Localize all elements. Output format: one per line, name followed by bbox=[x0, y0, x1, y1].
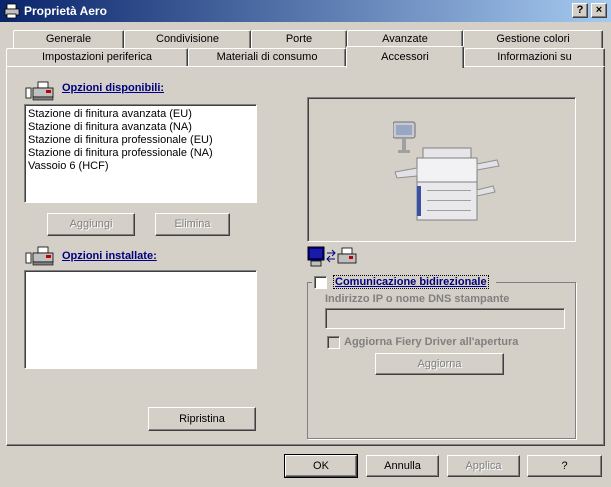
list-item[interactable]: Stazione di finitura avanzata (EU) bbox=[25, 108, 256, 121]
help-button[interactable]: ? bbox=[527, 455, 602, 477]
list-item[interactable]: Stazione di finitura avanzata (NA) bbox=[25, 121, 256, 134]
help-caption-button[interactable]: ? bbox=[572, 3, 588, 18]
restore-button[interactable]: Ripristina bbox=[148, 407, 256, 431]
installed-options-label: Opzioni installate: bbox=[62, 250, 157, 262]
title-bar[interactable]: Proprietà Aero ? × bbox=[0, 0, 611, 22]
ip-address-label: Indirizzo IP o nome DNS stampante bbox=[325, 293, 510, 305]
bidirectional-communication-icon bbox=[307, 246, 357, 267]
bidirectional-checkbox[interactable] bbox=[314, 276, 327, 289]
list-item[interactable]: Stazione di finitura professionale (NA) bbox=[25, 147, 256, 160]
bidirectional-checkbox-label[interactable]: Comunicazione bidirezionale bbox=[333, 275, 489, 289]
tab-accessori[interactable]: Accessori bbox=[346, 46, 464, 68]
printer-illustration-icon bbox=[393, 121, 500, 221]
available-options-list[interactable]: Stazione di finitura avanzata (EU) Stazi… bbox=[24, 104, 257, 203]
tab-gestione-colori[interactable]: Gestione colori bbox=[463, 30, 603, 49]
ip-address-input[interactable] bbox=[325, 308, 565, 329]
tab-porte[interactable]: Porte bbox=[251, 30, 347, 49]
add-button[interactable]: Aggiungi bbox=[47, 213, 135, 236]
available-options-label: Opzioni disponibili: bbox=[62, 82, 165, 94]
printer-installed-icon bbox=[25, 246, 54, 266]
update-button[interactable]: Aggiorna bbox=[375, 353, 504, 375]
tab-impostazioni-periferica[interactable]: Impostazioni periferica bbox=[6, 48, 188, 67]
window-title: Proprietà Aero bbox=[24, 4, 107, 18]
list-item[interactable]: Vassoio 6 (HCF) bbox=[25, 160, 256, 173]
cancel-button[interactable]: Annulla bbox=[366, 455, 439, 477]
printer-options-icon bbox=[25, 81, 54, 101]
printer-preview-frame bbox=[307, 97, 576, 242]
tab-informazioni-su[interactable]: Informazioni su bbox=[464, 48, 605, 67]
tab-generale[interactable]: Generale bbox=[13, 30, 124, 49]
installed-options-list[interactable] bbox=[24, 270, 257, 369]
printer-icon bbox=[4, 3, 20, 19]
update-on-open-checkbox[interactable] bbox=[327, 336, 340, 349]
remove-button[interactable]: Elimina bbox=[155, 213, 230, 236]
tab-materiali-di-consumo[interactable]: Materiali di consumo bbox=[188, 48, 346, 67]
list-item[interactable]: Stazione di finitura professionale (EU) bbox=[25, 134, 256, 147]
apply-button[interactable]: Applica bbox=[447, 455, 520, 477]
tab-condivisione[interactable]: Condivisione bbox=[124, 30, 251, 49]
close-caption-button[interactable]: × bbox=[591, 3, 607, 18]
ok-button[interactable]: OK bbox=[284, 454, 358, 478]
update-on-open-label: Aggiorna Fiery Driver all'apertura bbox=[344, 336, 519, 348]
